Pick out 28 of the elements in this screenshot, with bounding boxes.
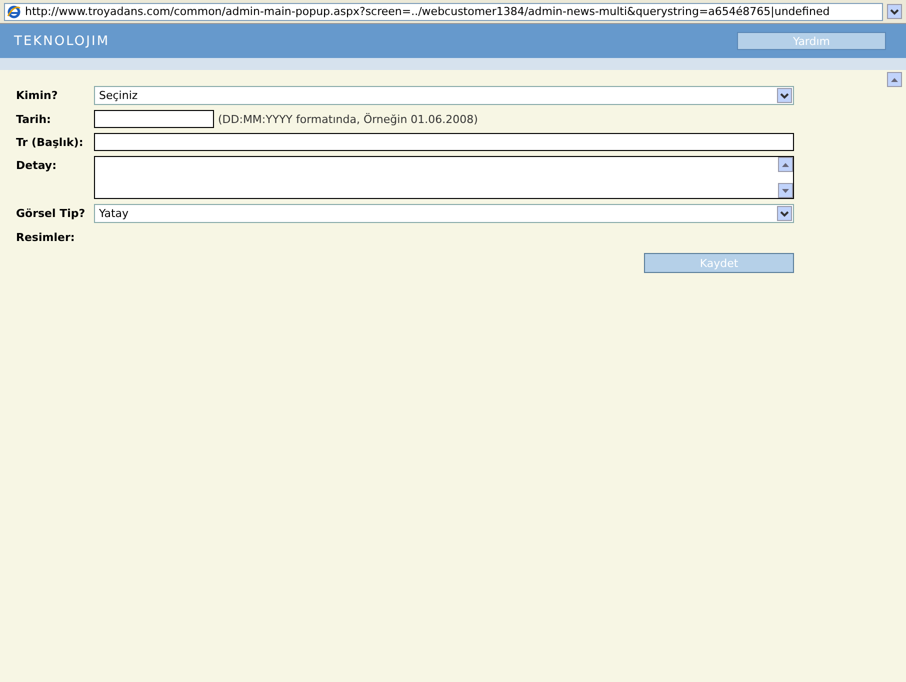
select-field[interactable]: Yatay xyxy=(94,204,794,223)
address-bar[interactable]: http://www.troyadans.com/common/admin-main-popup.aspx?screen=../webcustomer1384/admin-news-multi&querystring=a654é8765|undefined xyxy=(4,2,883,20)
field-label: Detay: xyxy=(16,158,58,174)
triangle-up-icon xyxy=(782,162,789,166)
scroll-up-button[interactable] xyxy=(887,72,902,87)
detail-textarea[interactable] xyxy=(94,156,794,199)
field-label: Görsel Tip? xyxy=(16,206,86,222)
format-hint: (DD:MM:YYYY formatında, Örneğin 01.06.2008) xyxy=(218,112,478,126)
date-field[interactable] xyxy=(94,110,214,128)
field-label: Tarih: xyxy=(16,112,52,128)
chevron-down-icon xyxy=(780,210,789,216)
logo: TEKNOLOJIM xyxy=(14,34,110,48)
title-field[interactable] xyxy=(94,133,794,151)
chevron-down-icon xyxy=(780,92,789,98)
triangle-down-icon xyxy=(782,188,789,192)
select-field[interactable]: Seçiniz xyxy=(94,86,794,105)
field-label: Resimler: xyxy=(16,230,76,244)
dropdown-button[interactable] xyxy=(777,88,792,103)
field-label: Tr (Başlık): xyxy=(16,135,84,151)
chevron-down-icon xyxy=(890,8,899,14)
scroll-down-button[interactable] xyxy=(778,183,793,198)
dropdown-button[interactable] xyxy=(887,4,902,19)
browser-icon xyxy=(7,4,21,18)
scroll-up-button[interactable] xyxy=(778,157,793,172)
triangle-up-icon xyxy=(891,78,898,82)
url-text: http://www.troyadans.com/common/admin-main-popup.aspx?screen=../webcustomer1384/admin-news-multi&querystring=a654é8765|undefined xyxy=(25,5,831,18)
field-label: Kimin? xyxy=(16,88,59,104)
dropdown-button[interactable] xyxy=(777,206,792,221)
